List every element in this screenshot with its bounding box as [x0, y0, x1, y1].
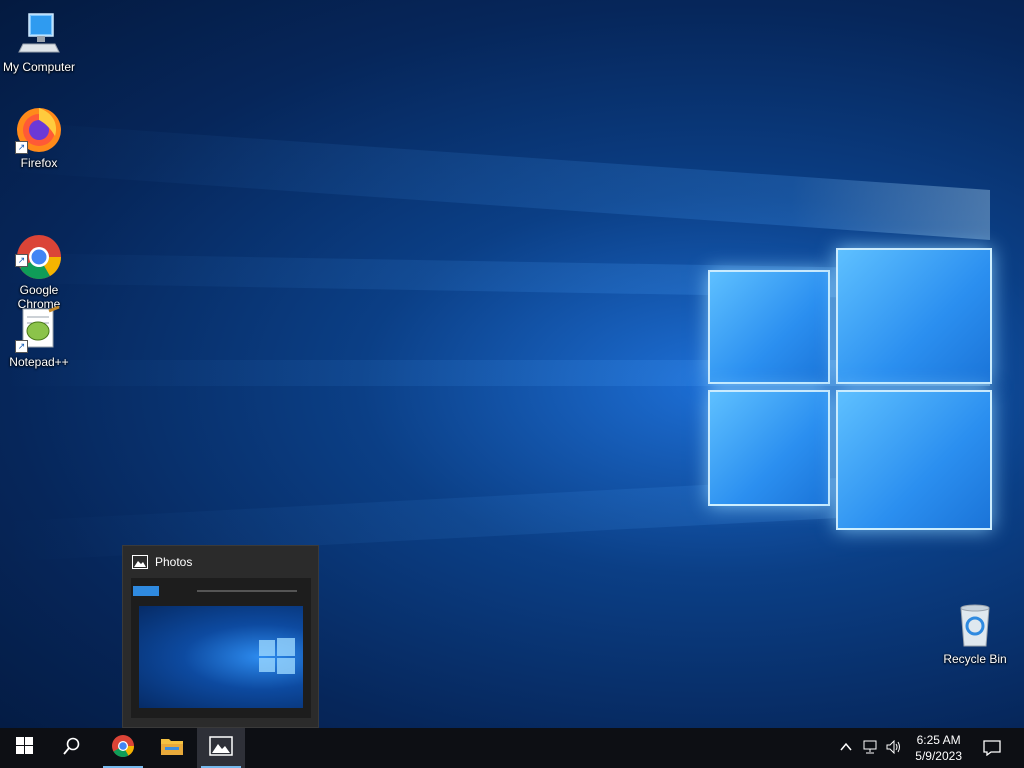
desktop-icon-label: Recycle Bin: [943, 652, 1007, 666]
taskbar-preview-photos[interactable]: Photos: [122, 545, 319, 728]
preview-title: Photos: [155, 555, 193, 569]
desktop-icon-label: Firefox: [20, 156, 58, 170]
start-button[interactable]: [0, 728, 48, 768]
desktop-icon-firefox[interactable]: ↗ Firefox: [0, 106, 78, 170]
windows-logo-pane-br: [836, 390, 992, 530]
show-hidden-icons-chevron-icon[interactable]: [840, 740, 852, 756]
computer-icon: [15, 10, 63, 58]
windows-logo-pane-tr: [836, 248, 992, 384]
shortcut-arrow-icon: ↗: [15, 254, 28, 267]
notepad-plus-plus-icon: ↗: [15, 305, 63, 353]
chrome-icon: ↗: [15, 219, 63, 279]
desktop-icon-label: My Computer: [2, 60, 76, 74]
search-icon: [63, 737, 81, 760]
search-button[interactable]: [48, 728, 96, 768]
desktop-icon-my-computer[interactable]: My Computer: [0, 10, 78, 74]
photos-icon: [132, 555, 148, 569]
desktop-icon-label: Notepad++: [9, 355, 69, 369]
taskbar: 6:25 AM 5/9/2023: [0, 728, 1024, 768]
photos-icon: [209, 735, 233, 761]
recycle-bin-icon: [951, 602, 999, 650]
thumbnail-toolbar: [131, 586, 311, 598]
folder-icon: [161, 737, 183, 760]
volume-icon[interactable]: [886, 739, 902, 757]
shortcut-arrow-icon: ↗: [15, 340, 28, 353]
network-icon[interactable]: [863, 740, 879, 757]
firefox-icon: ↗: [15, 106, 63, 154]
clock-date: 5/9/2023: [915, 749, 962, 763]
windows-logo-pane-tl: [708, 270, 830, 384]
shortcut-arrow-icon: ↗: [15, 141, 28, 154]
taskbar-file-explorer-button[interactable]: [148, 728, 196, 768]
windows-logo-pane-bl: [708, 390, 830, 506]
clock-time: 6:25 AM: [916, 733, 961, 747]
thumbnail-image: [139, 606, 303, 708]
preview-thumbnail: [131, 578, 311, 718]
chrome-icon: [111, 734, 135, 763]
clock[interactable]: 6:25 AM 5/9/2023: [915, 732, 962, 764]
taskbar-photos-button[interactable]: [197, 728, 245, 768]
windows-logo-icon: [15, 737, 33, 759]
taskbar-chrome-button[interactable]: [99, 728, 147, 768]
desktop-icon-recycle-bin[interactable]: Recycle Bin: [936, 602, 1014, 666]
action-center-icon[interactable]: [983, 740, 1001, 759]
desktop-icon-notepad-plus-plus[interactable]: ↗ Notepad++: [0, 305, 78, 369]
